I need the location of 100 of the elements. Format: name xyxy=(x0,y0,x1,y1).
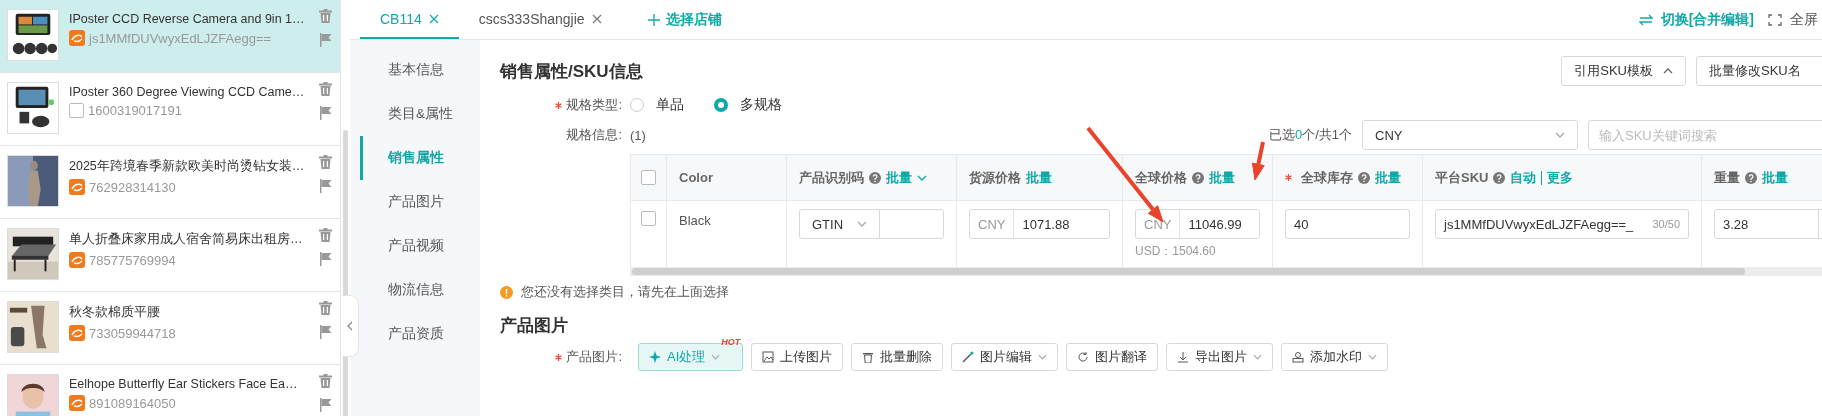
trash-icon[interactable] xyxy=(319,374,332,388)
weight-field[interactable]: 3.28 xyxy=(1714,209,1822,239)
nav-item[interactable]: 基本信息 xyxy=(360,48,480,92)
product-item[interactable]: 单人折叠床家用成人宿舍简易床出租房… 785775769994 xyxy=(0,219,340,292)
help-icon[interactable] xyxy=(1192,171,1204,184)
checkbox[interactable] xyxy=(69,103,84,118)
required-icon xyxy=(1285,174,1292,181)
product-item[interactable]: 2025年跨境春季新款欧美时尚烫钻女装… 762928314130 xyxy=(0,146,340,219)
help-icon[interactable] xyxy=(1745,171,1757,184)
image-icon xyxy=(762,351,775,363)
stamp-icon xyxy=(1292,351,1305,363)
caret-up-icon xyxy=(1663,68,1673,74)
flag-icon[interactable] xyxy=(319,252,332,266)
field-label: 产品图片: xyxy=(500,348,630,366)
product-item[interactable]: IPoster 360 Degree Viewing CCD Came… 1600319017191 xyxy=(0,73,340,146)
column-label: 全球库存 xyxy=(1301,168,1353,187)
trash-icon[interactable] xyxy=(319,301,332,315)
toolbar-button[interactable]: 图片翻译 xyxy=(1066,343,1159,371)
field-label: 规格类型: xyxy=(500,96,630,114)
column-label: 平台SKU xyxy=(1435,168,1489,187)
section-title: 销售属性/SKU信息 xyxy=(500,60,643,83)
toolbar-button[interactable]: 批量删除 xyxy=(851,343,944,371)
product-item[interactable]: IPoster CCD Reverse Camera and 9in 1… js1MMfDUVwyxEdLJZFAegg== xyxy=(0,0,340,73)
trash-icon[interactable] xyxy=(319,228,332,242)
rotate-icon xyxy=(1077,351,1090,363)
swirl-icon xyxy=(69,30,85,46)
scrollbar[interactable] xyxy=(632,268,1745,275)
toolbar-button[interactable]: 图片编辑 xyxy=(951,343,1059,371)
flag-icon[interactable] xyxy=(319,179,332,193)
sparkle-icon xyxy=(649,351,661,363)
product-title: IPoster CCD Reverse Camera and 9in 1… xyxy=(69,12,306,26)
help-icon[interactable] xyxy=(1493,171,1506,184)
caret-down-icon[interactable] xyxy=(917,174,927,181)
template-button[interactable]: 批量修改SKU名 xyxy=(1696,56,1822,86)
input-field[interactable]: 40 xyxy=(1285,209,1410,239)
product-id: 891089164050 xyxy=(89,395,176,411)
fullscreen-icon xyxy=(1768,13,1782,26)
radio-option[interactable]: 多规格 xyxy=(714,96,782,114)
product-id: 785775769994 xyxy=(89,252,176,268)
checkbox[interactable] xyxy=(641,170,656,185)
flag-icon[interactable] xyxy=(319,33,332,47)
price-field[interactable]: CNY 1071.88 xyxy=(969,209,1110,239)
trash-icon xyxy=(862,351,875,363)
product-item[interactable]: Eelhope Butterfly Ear Stickers Face Ea… 891089164050 xyxy=(0,365,340,416)
table-cell-text: Black xyxy=(679,212,712,228)
required-icon xyxy=(555,353,563,361)
currency-select[interactable]: CNY xyxy=(1362,120,1578,150)
plus-icon xyxy=(647,13,660,26)
wand-icon xyxy=(962,351,975,363)
swirl-icon xyxy=(69,179,85,195)
product-item[interactable]: 秋冬款棉质平腰 733059944718 xyxy=(0,292,340,365)
product-title: IPoster 360 Degree Viewing CCD Came… xyxy=(69,85,306,99)
product-title: 单人折叠床家用成人宿舍简易床出租房… xyxy=(69,231,304,248)
converted-price: USD：1504.60 xyxy=(1135,243,1217,260)
download-icon xyxy=(1177,351,1190,363)
caret-down-icon xyxy=(1368,354,1378,360)
nav-item[interactable]: 产品视频 xyxy=(360,224,480,268)
warning-icon xyxy=(500,285,513,299)
required-icon xyxy=(555,101,563,109)
sku-field[interactable]: js1MMfDUVwyxEdLJZFAegg==_ 30/50 xyxy=(1435,209,1689,239)
swap-icon xyxy=(1638,13,1653,26)
swirl-icon xyxy=(69,325,85,341)
trash-icon[interactable] xyxy=(319,155,332,169)
radio-option[interactable]: 单品 xyxy=(630,96,684,114)
fullscreen-button[interactable]: 全屏 xyxy=(1768,10,1818,29)
product-id: 1600319017191 xyxy=(88,103,182,118)
product-title: 秋冬款棉质平腰 xyxy=(69,304,161,321)
selection-count: 已选0个/共1个 xyxy=(1268,126,1352,144)
swirl-icon xyxy=(69,395,85,411)
nav-item[interactable]: 产品资质 xyxy=(360,312,480,356)
flag-icon[interactable] xyxy=(319,106,332,120)
nav-item[interactable]: 产品图片 xyxy=(360,180,480,224)
close-icon xyxy=(591,13,602,24)
caret-down-icon xyxy=(1555,132,1565,138)
help-icon[interactable] xyxy=(869,171,881,184)
trash-icon[interactable] xyxy=(319,9,332,23)
help-icon[interactable] xyxy=(1358,171,1370,184)
nav-item[interactable]: 类目&属性 xyxy=(360,92,480,136)
collapse-handle[interactable] xyxy=(342,295,359,357)
swirl-icon xyxy=(69,252,85,268)
checkbox[interactable] xyxy=(641,211,656,226)
search-field[interactable]: 输入SKU关键词搜索 xyxy=(1588,120,1822,150)
product-id: js1MMfDUVwyxEdLJZFAegg== xyxy=(89,30,272,46)
store-tab[interactable]: cscs333Shangjie xyxy=(458,0,622,39)
price-field[interactable]: CNY 11046.99 xyxy=(1135,209,1260,239)
flag-icon[interactable] xyxy=(319,325,332,339)
spec-count: (1) xyxy=(630,127,646,143)
column-label: 产品识别码 xyxy=(799,168,864,187)
toolbar-button[interactable]: 导出图片 xyxy=(1166,343,1274,371)
column-label: 重量 xyxy=(1714,168,1740,187)
trash-icon[interactable] xyxy=(319,82,332,96)
close-icon xyxy=(428,13,439,24)
flag-icon[interactable] xyxy=(319,398,332,412)
product-title: Eelhope Butterfly Ear Stickers Face Ea… xyxy=(69,377,299,391)
toolbar-button[interactable]: 上传图片 xyxy=(751,343,844,371)
toolbar-button[interactable]: 添加水印 xyxy=(1281,343,1389,371)
column-label: Color xyxy=(679,170,713,185)
nav-item[interactable]: 物流信息 xyxy=(360,268,480,312)
field-label: 规格信息: xyxy=(565,126,623,144)
template-button[interactable]: 引用SKU模板 xyxy=(1561,56,1686,86)
